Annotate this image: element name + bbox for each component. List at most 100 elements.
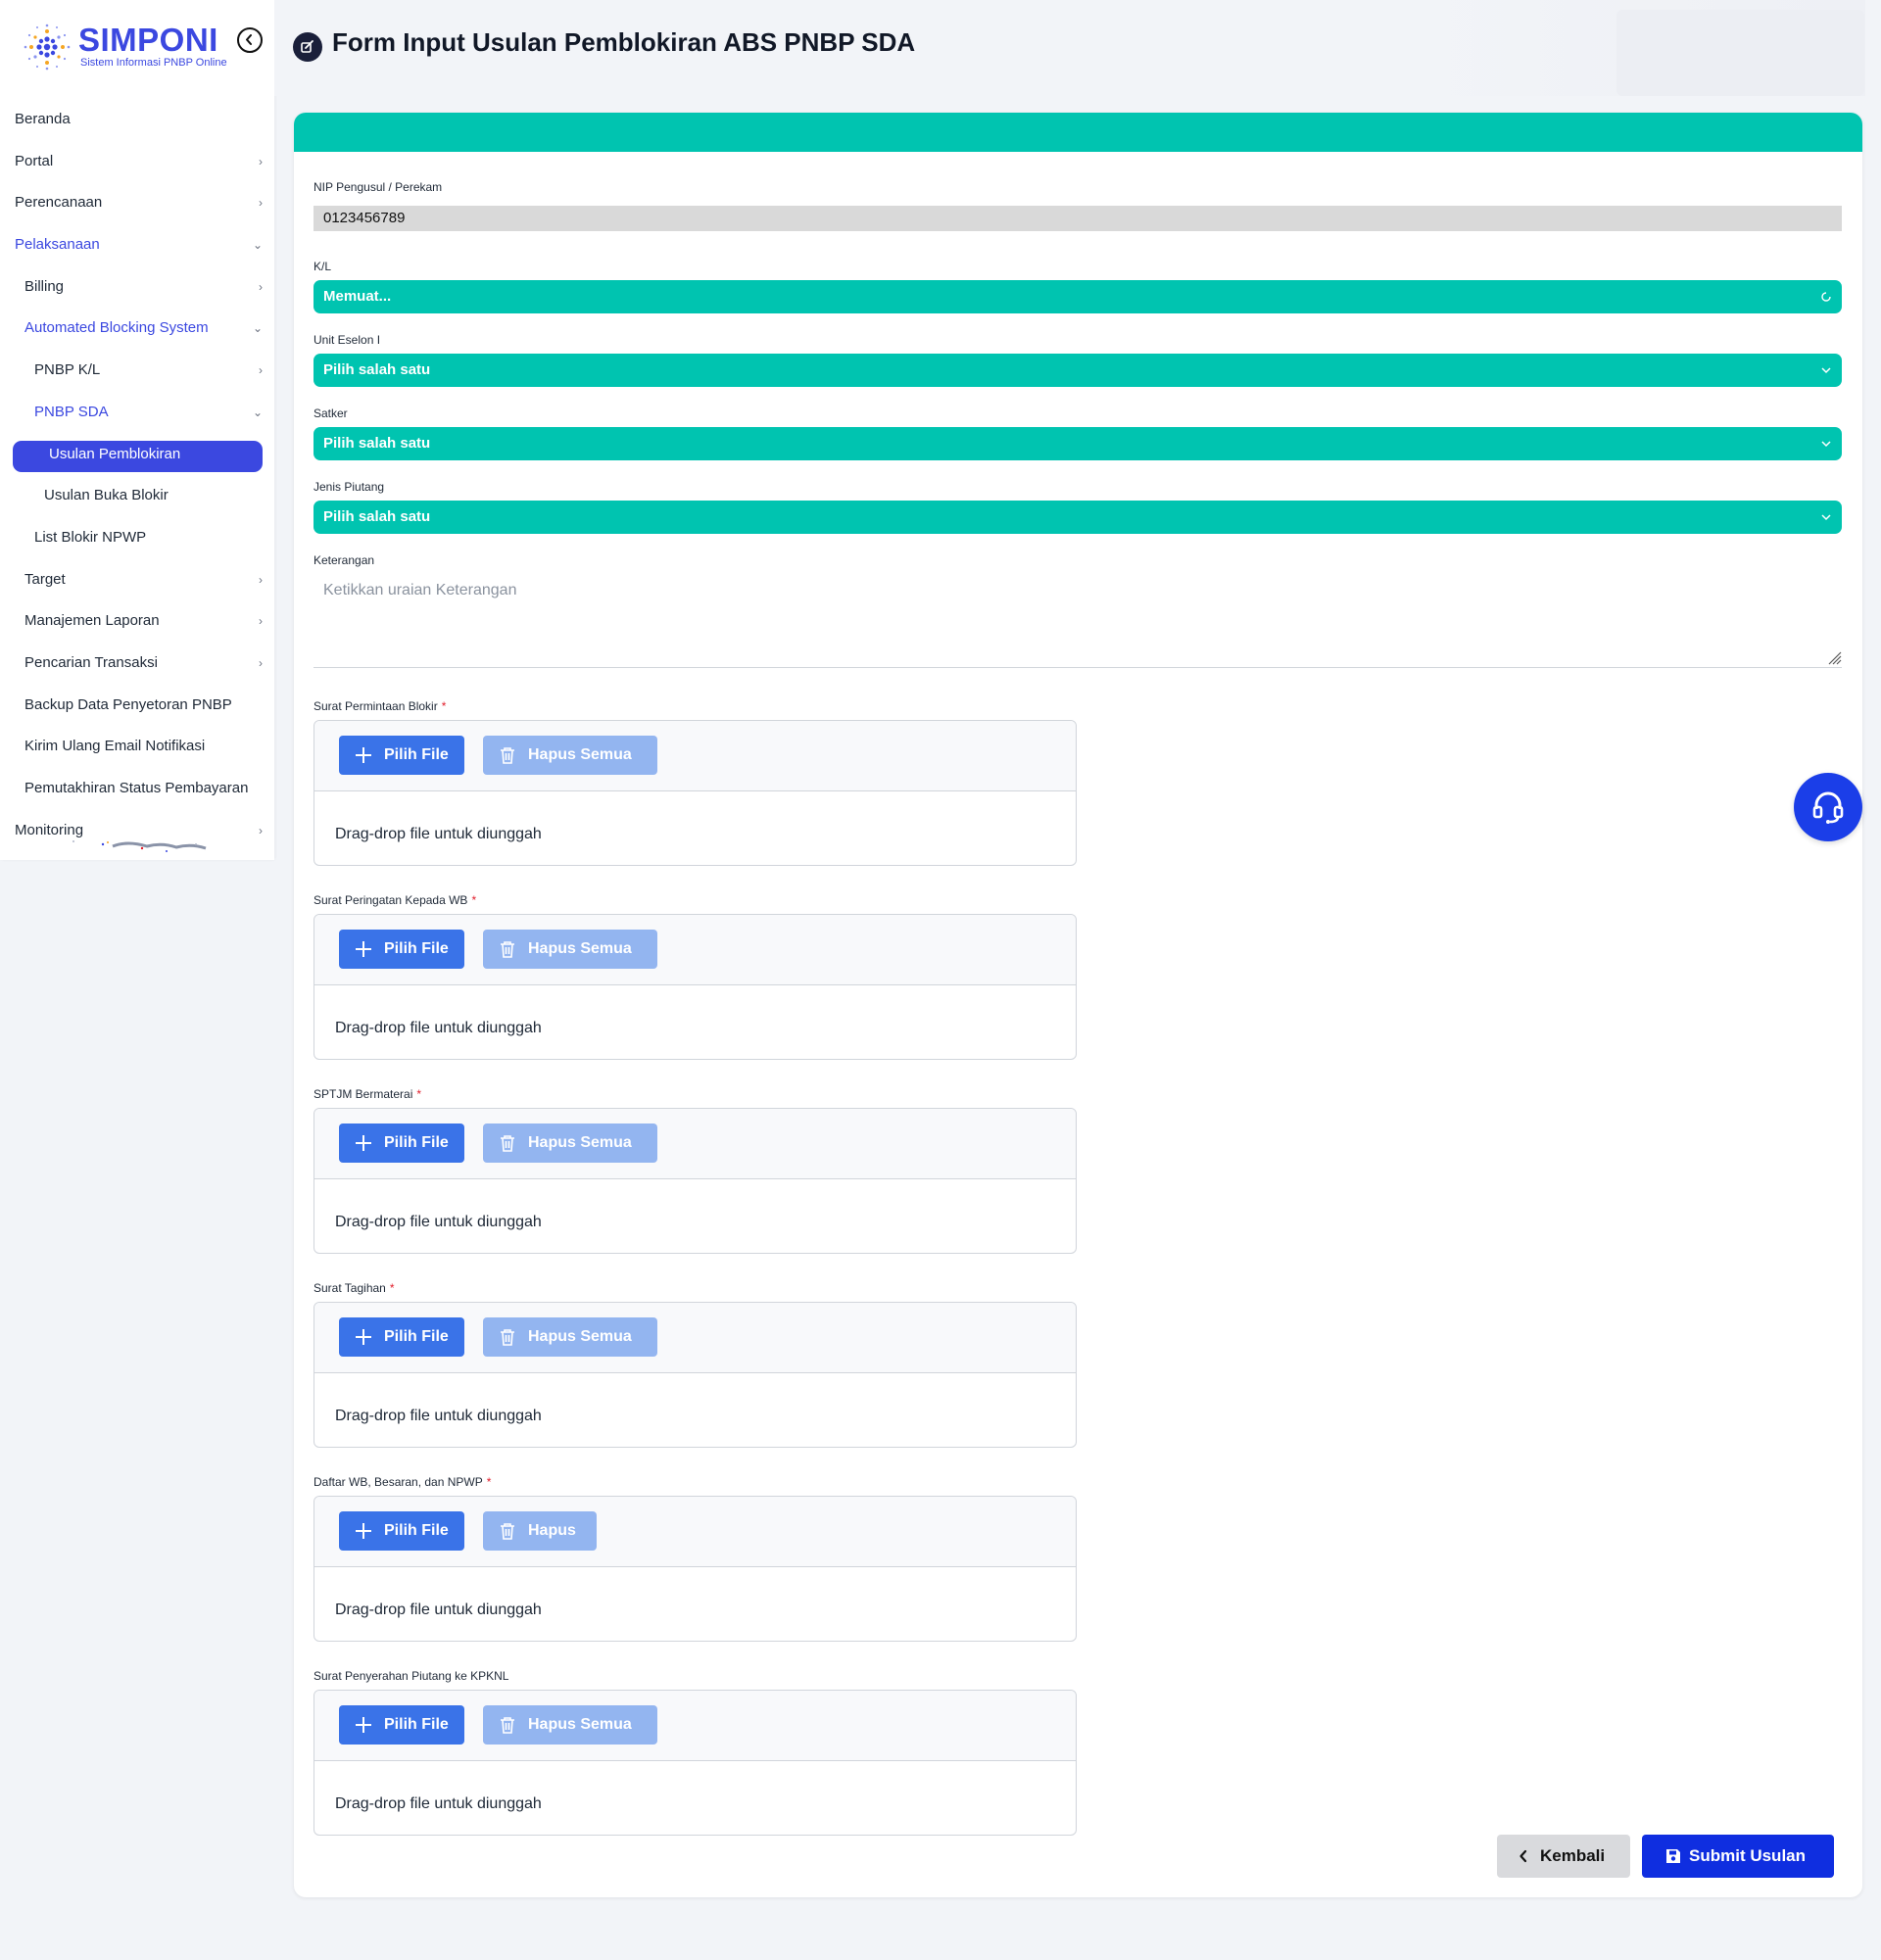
delete-files-button[interactable]: Hapus Semua [483,736,657,775]
collapse-sidebar-button[interactable] [237,27,263,53]
choose-file-button[interactable]: Pilih File [339,1511,464,1551]
sidebar-item-label: List Blokir NPWP [34,528,147,546]
upload-toolbar: Pilih File Hapus Semua [314,915,1076,985]
sidebar-item[interactable]: Automated Blocking System ⌄ [0,308,274,350]
choose-file-button[interactable]: Pilih File [339,1317,464,1357]
eselon-select[interactable]: Pilih salah satu [314,354,1842,387]
required-marker: * [416,1087,422,1101]
choose-file-button[interactable]: Pilih File [339,930,464,969]
kl-select-value: Memuat... [323,288,392,305]
sidebar-item-label: Pemutakhiran Status Pembayaran [24,780,249,796]
sidebar-item-label: Usulan Buka Blokir [44,487,169,504]
resize-handle-icon[interactable] [1826,649,1842,665]
dropzone-hint: Drag-drop file untuk diunggah [335,1020,542,1036]
card-header [294,113,1862,152]
sidebar-item-label: Pelaksanaan [15,236,100,254]
decorative-illustration [72,840,207,852]
upload-label-text: SPTJM Bermaterai [314,1087,413,1101]
file-upload-dropzone[interactable]: Pilih File Hapus Semua Drag-drop file untu… [314,1690,1077,1836]
logo-title: SIMPONI [78,22,218,58]
sidebar-item[interactable]: Beranda [0,99,274,141]
keterangan-textarea[interactable]: Ketikkan uraian Keterangan [314,570,1842,668]
logo-subtitle: Sistem Informasi PNBP Online [80,57,227,69]
delete-files-label: Hapus Semua [528,940,632,957]
piutang-label: Jenis Piutang [314,480,385,494]
sidebar-item[interactable]: Kirim Ulang Email Notifikasi [0,726,274,768]
chevron-down-icon [1820,354,1832,387]
save-icon [1666,1849,1680,1863]
delete-files-label: Hapus Semua [528,1134,632,1151]
plus-icon [356,941,371,957]
required-marker: * [471,893,477,907]
file-upload-dropzone[interactable]: Pilih File Hapus Semua Drag-drop file untu… [314,1302,1077,1448]
sidebar-item-label: Kirim Ulang Email Notifikasi [24,738,206,755]
sidebar-item[interactable]: Usulan Pemblokiran [0,434,274,476]
delete-files-label: Hapus Semua [528,746,632,763]
nip-label: NIP Pengusul / Perekam [314,180,443,194]
chevron-right-icon: › [259,363,263,378]
upload-toolbar: Pilih File Hapus Semua [314,1303,1076,1373]
sidebar-item[interactable]: PNBP K/L › [0,350,274,392]
back-button[interactable]: Kembali [1497,1835,1630,1878]
sidebar-item[interactable]: PNBP SDA ⌄ [0,392,274,434]
kl-label: K/L [314,260,332,273]
satker-select[interactable]: Pilih salah satu [314,427,1842,460]
delete-files-button[interactable]: Hapus Semua [483,930,657,969]
file-upload-dropzone[interactable]: Pilih File Hapus Drag-drop file untuk diun… [314,1496,1077,1642]
help-chat-button[interactable] [1794,773,1862,841]
delete-files-button[interactable]: Hapus Semua [483,1705,657,1745]
sidebar-item[interactable]: Target › [0,559,274,601]
chevron-down-icon: ⌄ [252,405,263,419]
delete-files-label: Hapus Semua [528,1328,632,1345]
chevron-right-icon: › [259,279,263,294]
kl-select[interactable]: Memuat... [314,280,1842,313]
upload-toolbar: Pilih File Hapus Semua [314,721,1076,791]
sidebar: SIMPONI Sistem Informasi PNBP Online Ber… [0,0,274,860]
sidebar-item[interactable]: Pencarian Transaksi › [0,643,274,685]
chevron-down-icon: ⌄ [252,238,263,253]
delete-files-button[interactable]: Hapus [483,1511,597,1551]
sidebar-item[interactable]: Perencanaan › [0,182,274,224]
sidebar-item[interactable]: Backup Data Penyetoran PNBP [0,685,274,727]
sidebar-item[interactable]: Manajemen Laporan › [0,600,274,643]
upload-label-text: Surat Permintaan Blokir [314,699,438,713]
dropzone-hint: Drag-drop file untuk diunggah [335,1214,542,1230]
edit-icon [293,32,322,62]
sidebar-item-label: Usulan Pemblokiran [49,445,181,462]
eselon-select-value: Pilih salah satu [323,361,431,378]
upload-toolbar: Pilih File Hapus Semua [314,1109,1076,1179]
delete-files-button[interactable]: Hapus Semua [483,1123,657,1163]
choose-file-button[interactable]: Pilih File [339,736,464,775]
sidebar-item[interactable]: Billing › [0,266,274,309]
trash-icon [501,1135,514,1152]
file-upload-dropzone[interactable]: Pilih File Hapus Semua Drag-drop file untu… [314,720,1077,866]
logo[interactable]: SIMPONI Sistem Informasi PNBP Online [18,18,267,78]
plus-icon [356,1135,371,1151]
sidebar-item[interactable]: List Blokir NPWP [0,517,274,559]
sidebar-item[interactable]: Usulan Buka Blokir [0,475,274,517]
upload-label-text: Surat Peringatan Kepada WB [314,893,468,907]
choose-file-label: Pilih File [384,940,449,957]
chevron-right-icon: › [259,655,263,670]
file-upload-dropzone[interactable]: Pilih File Hapus Semua Drag-drop file untu… [314,914,1077,1060]
sidebar-item[interactable]: Portal › [0,141,274,183]
required-marker: * [441,699,447,713]
sidebar-item[interactable]: Pelaksanaan ⌄ [0,224,274,266]
header-user-area [1616,10,1864,96]
sidebar-item-label: Billing [24,277,65,295]
submit-button[interactable]: Submit Usulan [1642,1835,1834,1878]
upload-label-text: Surat Tagihan [314,1281,386,1295]
chevron-right-icon: › [259,823,263,837]
piutang-select[interactable]: Pilih salah satu [314,501,1842,534]
chevron-right-icon: › [259,154,263,168]
sidebar-item-label: Automated Blocking System [24,319,209,337]
sidebar-item[interactable]: Pemutakhiran Status Pembayaran [0,768,274,810]
file-upload-dropzone[interactable]: Pilih File Hapus Semua Drag-drop file untu… [314,1108,1077,1254]
sidebar-item-label: Perencanaan [15,194,103,212]
upload-label: SPTJM Bermaterai * [314,1087,421,1101]
chevron-right-icon: › [259,614,263,629]
choose-file-button[interactable]: Pilih File [339,1123,464,1163]
choose-file-button[interactable]: Pilih File [339,1705,464,1745]
delete-files-button[interactable]: Hapus Semua [483,1317,657,1357]
satker-select-value: Pilih salah satu [323,435,431,452]
